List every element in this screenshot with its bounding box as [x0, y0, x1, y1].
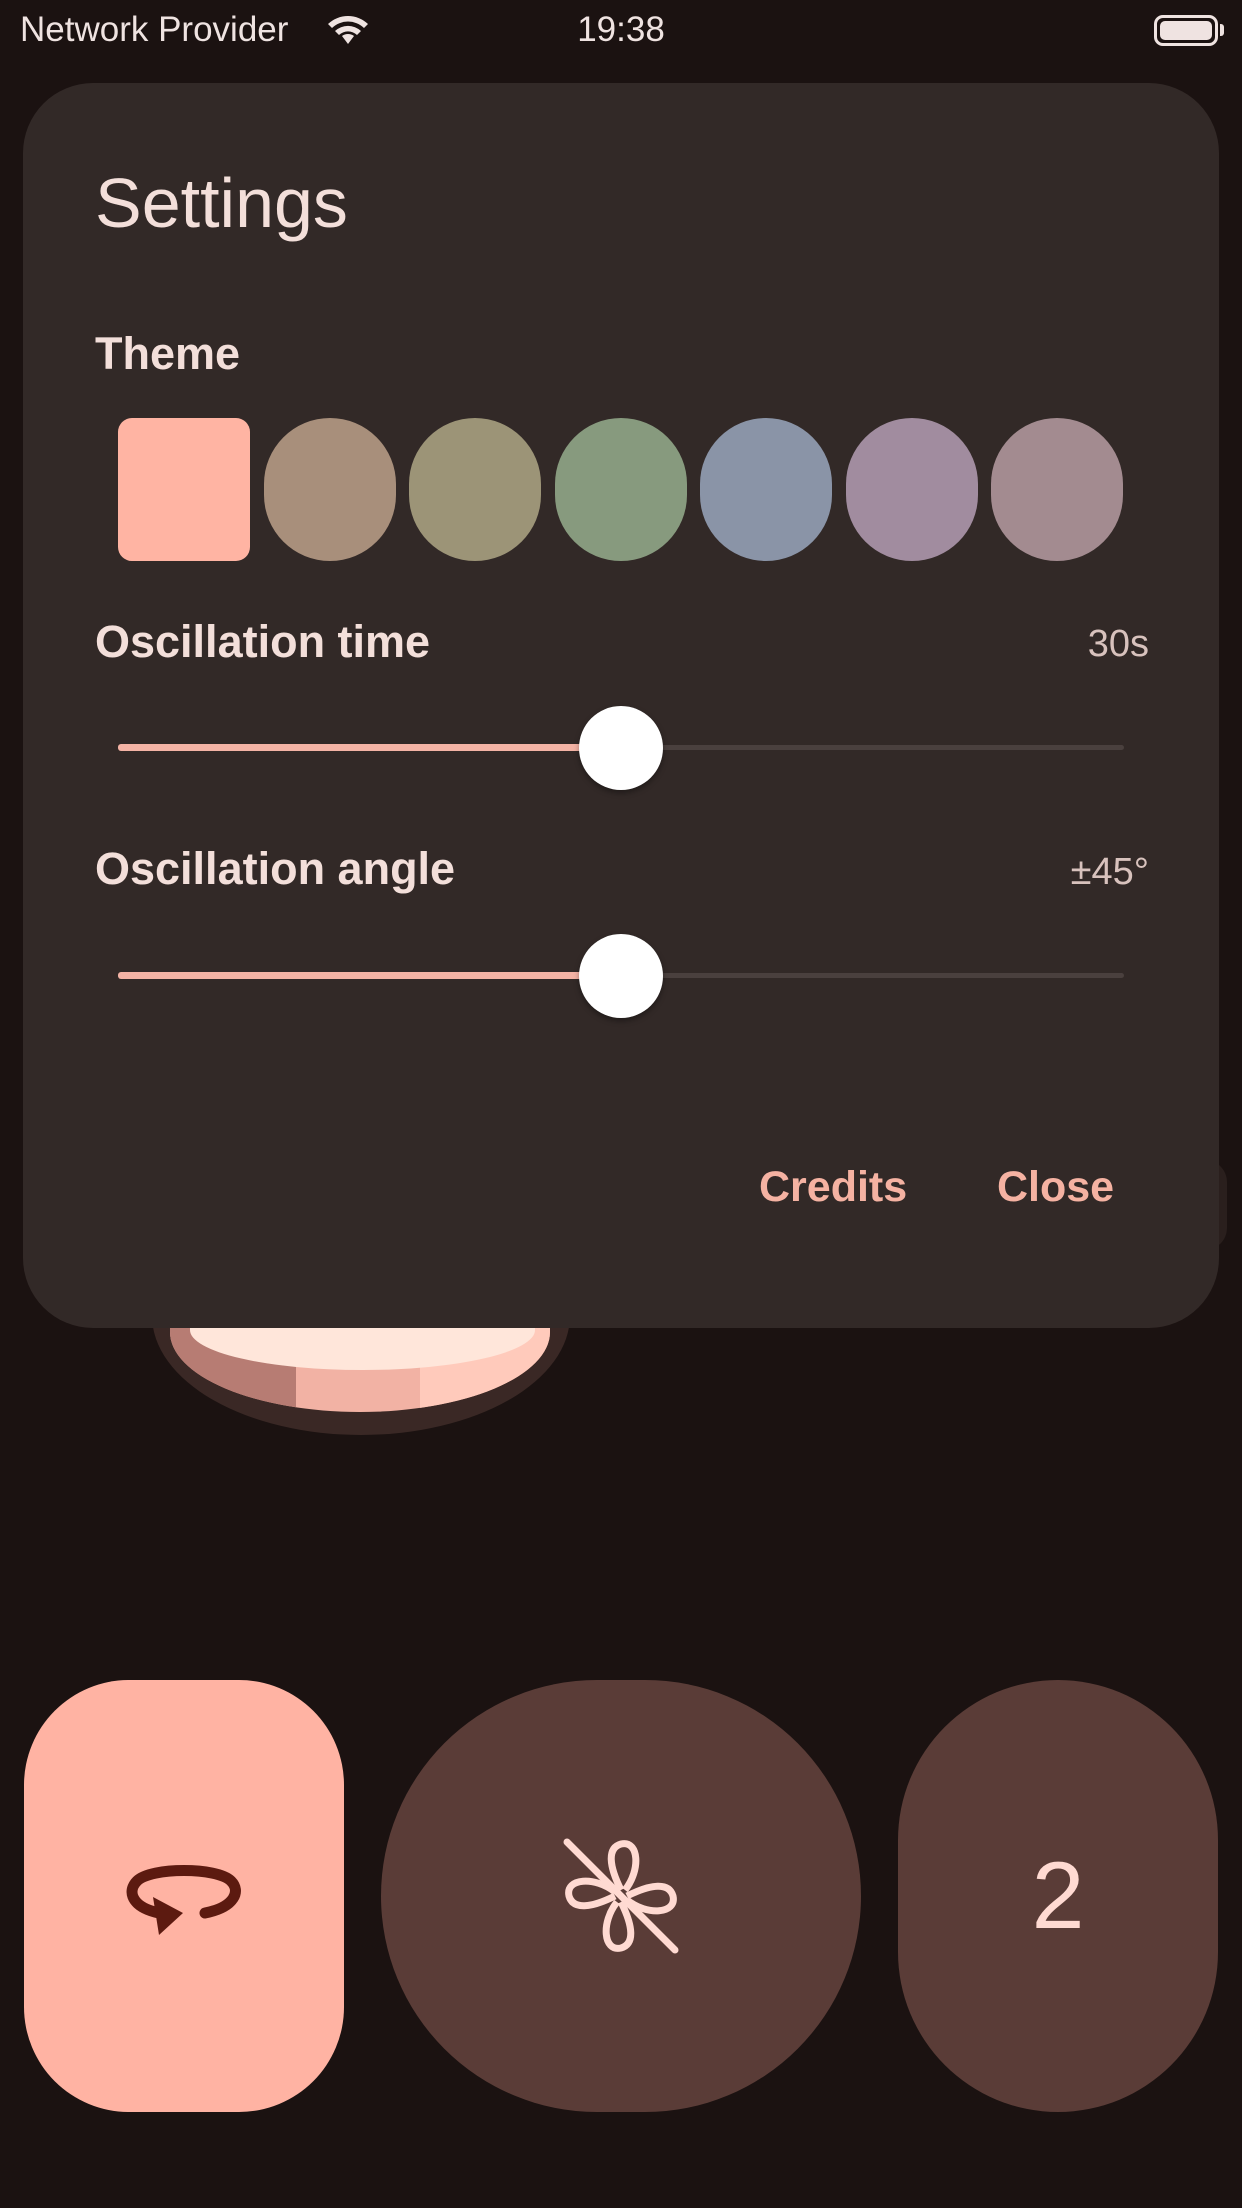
fan-off-icon [563, 1838, 679, 1954]
slider-fill [118, 972, 621, 979]
theme-swatch[interactable] [409, 418, 541, 561]
settings-dialog: Settings Theme Oscillation time 30s Osci… [23, 83, 1219, 1328]
speed-button[interactable]: 2 [898, 1680, 1218, 2112]
battery-tip [1220, 24, 1224, 36]
oscillation-angle-value: ±45° [1070, 851, 1149, 893]
rotate-icon [126, 1865, 241, 1935]
oscillation-time-slider[interactable] [118, 703, 1124, 793]
theme-swatch[interactable] [991, 418, 1123, 561]
oscillate-button[interactable] [24, 1680, 344, 2112]
theme-swatch[interactable] [700, 418, 832, 561]
battery-icon [1154, 15, 1218, 46]
theme-swatch[interactable] [554, 418, 687, 561]
theme-label: Theme [95, 328, 241, 379]
speed-level: 2 [1031, 1842, 1085, 1949]
oscillation-time-label: Oscillation time [95, 616, 431, 667]
slider-thumb[interactable] [579, 706, 663, 790]
theme-swatch[interactable] [845, 418, 978, 561]
clock: 19:38 [577, 10, 665, 49]
oscillation-angle-slider[interactable] [118, 931, 1124, 1021]
close-button[interactable]: Close [997, 1163, 1114, 1212]
theme-swatch[interactable] [263, 418, 396, 561]
dialog-title: Settings [95, 164, 348, 242]
slider-thumb[interactable] [579, 934, 663, 1018]
oscillation-time-value: 30s [1087, 623, 1149, 665]
fan-power-button[interactable] [381, 1680, 861, 2112]
credits-button[interactable]: Credits [759, 1163, 907, 1212]
status-bar: Network Provider 19:38 [0, 0, 1242, 60]
theme-swatch[interactable] [118, 418, 250, 561]
oscillation-angle-label: Oscillation angle [95, 843, 456, 894]
slider-fill [118, 744, 621, 751]
